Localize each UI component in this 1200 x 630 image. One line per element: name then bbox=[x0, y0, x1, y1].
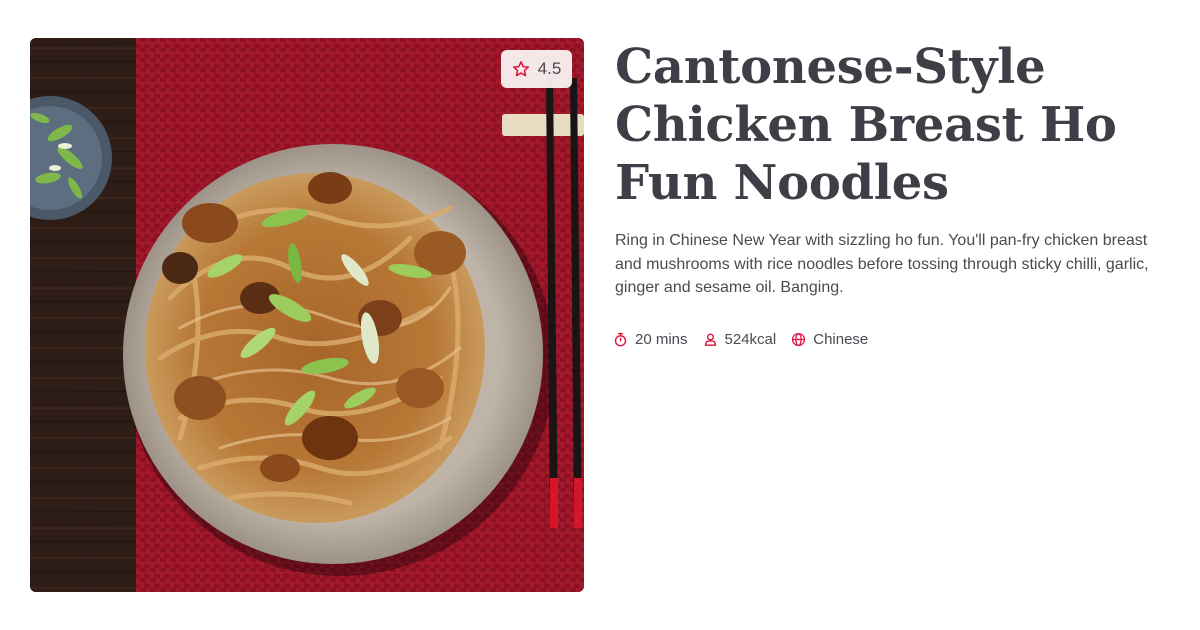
rating-value: 4.5 bbox=[537, 59, 562, 78]
meta-time: 20 mins bbox=[613, 331, 688, 348]
globe-icon bbox=[792, 332, 806, 347]
recipe-card[interactable]: 4.5 Cantonese-Style Chicken Breast Ho Fu… bbox=[0, 0, 1200, 630]
recipe-description: Ring in Chinese New Year with sizzling h… bbox=[615, 232, 1149, 296]
rating-badge: 4.5 bbox=[501, 50, 572, 88]
meta-cuisine: Chinese bbox=[791, 331, 868, 348]
person-icon bbox=[704, 333, 716, 346]
star-icon bbox=[512, 61, 529, 77]
recipe-photo[interactable] bbox=[30, 38, 584, 592]
meta-calories: 524kcal bbox=[703, 331, 777, 348]
recipe-title[interactable]: Cantonese-Style Chicken Breast Ho Fun No… bbox=[615, 38, 1175, 212]
recipe-meta: 20 mins 524kcal Chinese bbox=[613, 331, 883, 348]
meta-cuisine-label: Chinese bbox=[813, 331, 869, 348]
noodle-bowl-illustration bbox=[30, 38, 584, 592]
stopwatch-icon bbox=[614, 332, 627, 347]
meta-calories-label: 524kcal bbox=[724, 331, 777, 348]
meta-time-label: 20 mins bbox=[635, 331, 688, 348]
